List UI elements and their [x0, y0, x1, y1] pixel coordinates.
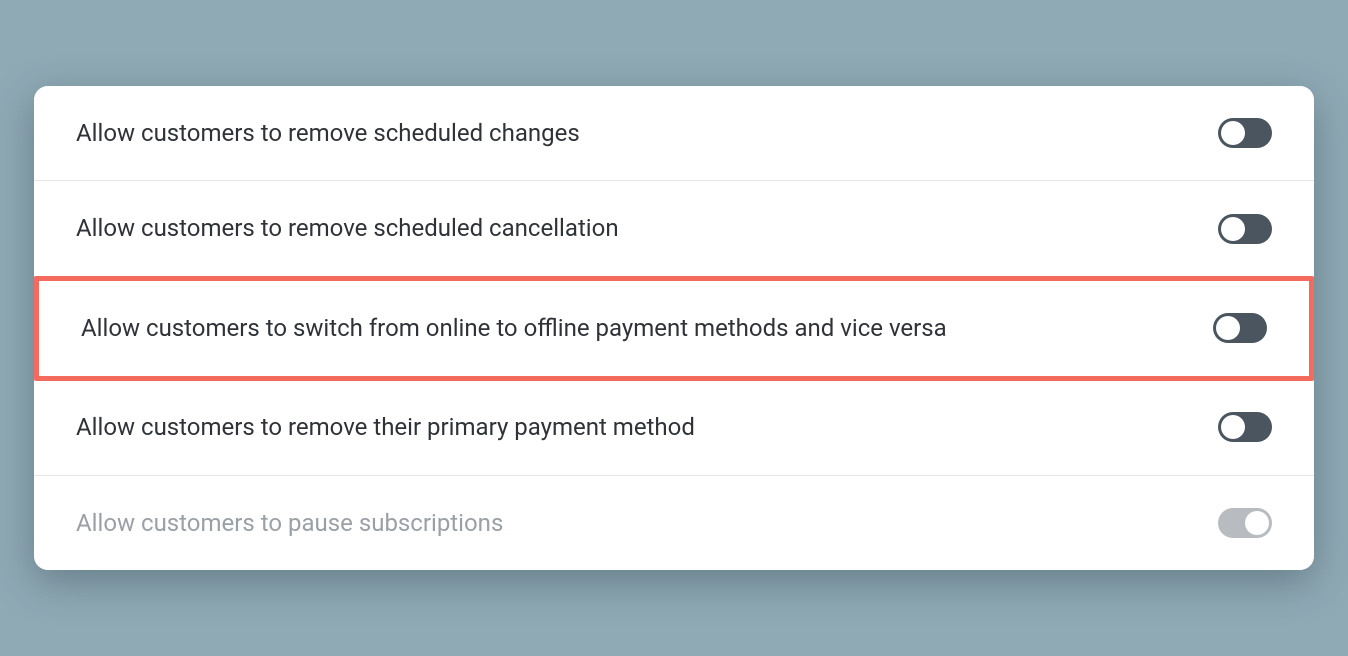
toggle-pause-subscriptions[interactable]: [1218, 508, 1272, 538]
setting-label: Allow customers to remove their primary …: [76, 410, 695, 445]
setting-row-switch-payment-methods: Allow customers to switch from online to…: [34, 276, 1314, 381]
toggle-switch-payment-methods[interactable]: [1213, 313, 1267, 343]
toggle-knob: [1216, 316, 1240, 340]
setting-label: Allow customers to remove scheduled chan…: [76, 116, 580, 151]
toggle-knob: [1221, 217, 1245, 241]
setting-label: Allow customers to switch from online to…: [81, 311, 947, 346]
setting-row-remove-scheduled-cancellation: Allow customers to remove scheduled canc…: [34, 181, 1314, 277]
setting-row-pause-subscriptions: Allow customers to pause subscriptions: [34, 476, 1314, 571]
toggle-remove-primary-payment[interactable]: [1218, 412, 1272, 442]
toggle-knob: [1221, 121, 1245, 145]
setting-label: Allow customers to pause subscriptions: [76, 506, 503, 541]
setting-label: Allow customers to remove scheduled canc…: [76, 211, 619, 246]
settings-panel: Allow customers to remove scheduled chan…: [34, 86, 1314, 571]
toggle-remove-scheduled-cancellation[interactable]: [1218, 214, 1272, 244]
setting-row-remove-primary-payment: Allow customers to remove their primary …: [34, 380, 1314, 476]
toggle-remove-scheduled-changes[interactable]: [1218, 118, 1272, 148]
settings-panel-wrapper: Allow customers to remove scheduled chan…: [14, 66, 1334, 591]
setting-row-remove-scheduled-changes: Allow customers to remove scheduled chan…: [34, 86, 1314, 182]
toggle-knob: [1221, 415, 1245, 439]
toggle-knob: [1245, 511, 1269, 535]
